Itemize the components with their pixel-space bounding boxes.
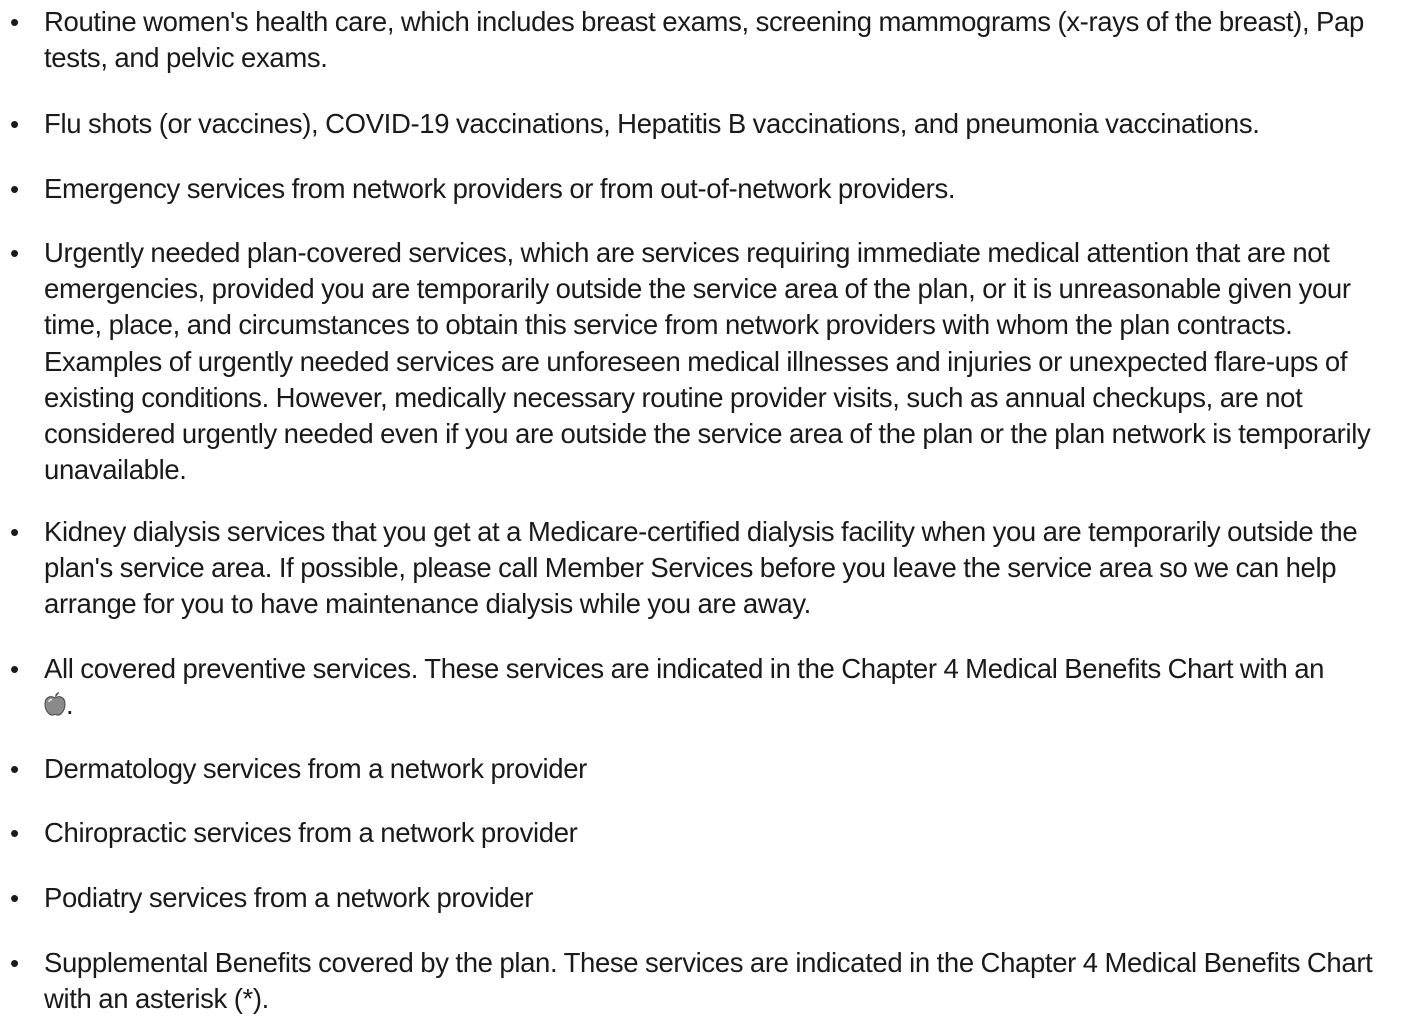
bullet-marker: • — [10, 517, 20, 547]
bullet-marker: • — [10, 818, 20, 848]
list-item-text: Urgently needed plan-covered services, w… — [44, 237, 1371, 486]
bullet-marker: • — [10, 238, 20, 268]
list-item-text-period: . — [66, 689, 74, 721]
bullet-marker: • — [10, 754, 20, 784]
bullet-marker: • — [10, 109, 20, 139]
list-item-text: Routine women's health care, which inclu… — [44, 6, 1364, 74]
list-item-text: Supplemental Benefits covered by the pla… — [44, 947, 1373, 1015]
list-item-text: Emergency services from network provider… — [44, 173, 956, 204]
list-item-text: Dermatology services from a network prov… — [44, 753, 587, 784]
bullet-marker: • — [10, 174, 20, 204]
list-item-text: Kidney dialysis services that you get at… — [44, 516, 1358, 620]
bullet-marker: • — [10, 883, 20, 913]
apple-icon — [44, 689, 66, 716]
list-item-text-main: All covered preventive services. These s… — [44, 653, 1325, 684]
list-item-text: Flu shots (or vaccines), COVID-19 vaccin… — [44, 108, 1260, 139]
bullet-marker: • — [10, 654, 20, 684]
bullet-marker: • — [10, 948, 20, 978]
list-item-text: Podiatry services from a network provide… — [44, 882, 534, 913]
list-item-text: All covered preventive services. These s… — [44, 651, 1412, 723]
list-item-text: Chiropractic services from a network pro… — [44, 817, 578, 848]
bullet-marker: • — [10, 7, 20, 37]
